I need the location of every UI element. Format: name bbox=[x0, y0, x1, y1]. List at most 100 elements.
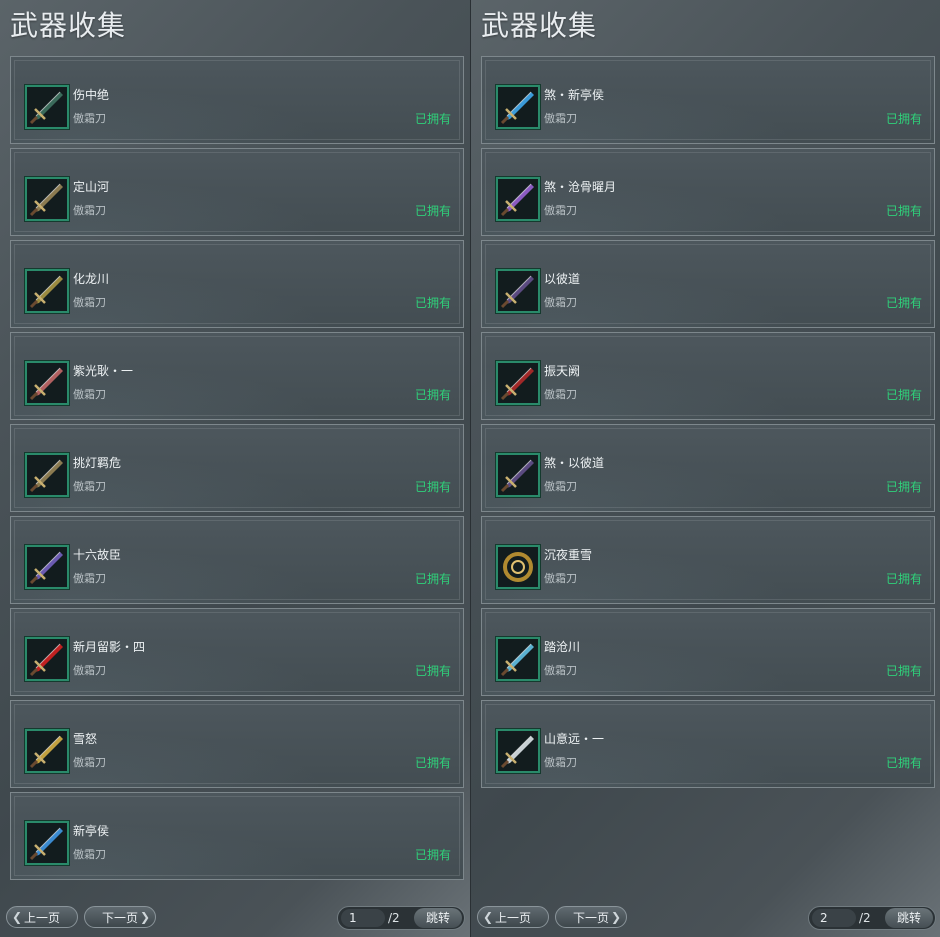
weapon-card[interactable]: 伤中绝 傲霜刀 已拥有 bbox=[10, 56, 464, 144]
weapon-card[interactable]: 煞・以彼道 傲霜刀 已拥有 bbox=[481, 424, 935, 512]
weapon-name: 定山河 bbox=[73, 180, 110, 194]
pagination-bar: ❮ 上一页 下一页 ❯ 1 /2 跳转 bbox=[0, 904, 470, 932]
blade-ice-icon bbox=[496, 637, 540, 681]
weapon-card[interactable]: 紫光耿・一 傲霜刀 已拥有 bbox=[10, 332, 464, 420]
blade-dark-purple-icon bbox=[496, 269, 540, 313]
page-number-input[interactable]: 1 bbox=[341, 909, 385, 927]
weapon-card[interactable]: 煞・新亭侯 傲霜刀 已拥有 bbox=[481, 56, 935, 144]
owned-status: 已拥有 bbox=[414, 848, 451, 862]
blade-white-red-icon bbox=[25, 361, 69, 405]
weapon-list: 煞・新亭侯 傲霜刀 已拥有 煞・沧骨曜月 傲霜刀 已拥有 以彼道 傲霜刀 已拥有… bbox=[481, 56, 935, 792]
page-total: /2 bbox=[388, 911, 400, 925]
weapon-card[interactable]: 定山河 傲霜刀 已拥有 bbox=[10, 148, 464, 236]
weapon-name: 煞・沧骨曜月 bbox=[544, 180, 617, 194]
weapon-card[interactable]: 煞・沧骨曜月 傲霜刀 已拥有 bbox=[481, 148, 935, 236]
next-page-label: 下一页 bbox=[572, 910, 609, 925]
next-page-button[interactable]: 下一页 ❯ bbox=[555, 906, 627, 928]
page-total: /2 bbox=[859, 911, 871, 925]
page-jump-control: 2 /2 跳转 bbox=[808, 906, 936, 930]
owned-status: 已拥有 bbox=[885, 388, 922, 402]
weapon-name: 沉夜重雪 bbox=[544, 548, 593, 562]
weapon-name: 煞・以彼道 bbox=[544, 456, 605, 470]
jump-button[interactable]: 跳转 bbox=[414, 908, 462, 928]
weapon-collection-panel-left: 武器收集 伤中绝 傲霜刀 已拥有 定山河 傲霜刀 已拥有 化龙川 傲霜刀 已拥有 bbox=[0, 0, 470, 937]
blade-gold-icon bbox=[25, 729, 69, 773]
owned-status: 已拥有 bbox=[885, 756, 922, 770]
prev-page-label: 上一页 bbox=[23, 910, 60, 925]
weapon-list: 伤中绝 傲霜刀 已拥有 定山河 傲霜刀 已拥有 化龙川 傲霜刀 已拥有 紫光耿・… bbox=[10, 56, 464, 884]
ring-blade-gold-icon bbox=[496, 545, 540, 589]
blade-red-icon bbox=[496, 361, 540, 405]
weapon-collection-panel-right: 武器收集 煞・新亭侯 傲霜刀 已拥有 煞・沧骨曜月 傲霜刀 已拥有 以彼道 傲霜… bbox=[470, 0, 940, 937]
weapon-category: 傲霜刀 bbox=[73, 112, 106, 125]
weapon-category: 傲霜刀 bbox=[73, 296, 106, 309]
blade-purple-icon bbox=[496, 177, 540, 221]
pagination-bar: ❮ 上一页 下一页 ❯ 2 /2 跳转 bbox=[471, 904, 940, 932]
weapon-card[interactable]: 新亭侯 傲霜刀 已拥有 bbox=[10, 792, 464, 880]
blade-cluster-gold-icon bbox=[25, 453, 69, 497]
weapon-name: 以彼道 bbox=[544, 272, 581, 286]
weapon-name: 山意远・一 bbox=[544, 732, 605, 746]
panel-title: 武器收集 bbox=[481, 9, 598, 42]
weapon-name: 煞・新亭侯 bbox=[544, 88, 605, 102]
weapon-card[interactable]: 十六故臣 傲霜刀 已拥有 bbox=[10, 516, 464, 604]
page-number-input[interactable]: 2 bbox=[812, 909, 856, 927]
weapon-name: 踏沧川 bbox=[544, 640, 581, 654]
weapon-category: 傲霜刀 bbox=[73, 756, 106, 769]
prev-page-button[interactable]: ❮ 上一页 bbox=[477, 906, 549, 928]
weapon-name: 十六故臣 bbox=[73, 548, 122, 562]
weapon-name: 振天阙 bbox=[544, 364, 581, 378]
weapon-category: 傲霜刀 bbox=[544, 480, 577, 493]
weapon-category: 傲霜刀 bbox=[544, 572, 577, 585]
weapon-category: 傲霜刀 bbox=[544, 664, 577, 677]
chevron-right-icon: ❯ bbox=[610, 910, 621, 924]
page-jump-control: 1 /2 跳转 bbox=[337, 906, 465, 930]
prev-page-button[interactable]: ❮ 上一页 bbox=[6, 906, 78, 928]
blade-blue-icon bbox=[496, 85, 540, 129]
owned-status: 已拥有 bbox=[885, 572, 922, 586]
blade-cluster-gold-icon bbox=[25, 269, 69, 313]
prev-page-label: 上一页 bbox=[494, 910, 531, 925]
weapon-card[interactable]: 以彼道 傲霜刀 已拥有 bbox=[481, 240, 935, 328]
weapon-category: 傲霜刀 bbox=[73, 204, 106, 217]
weapon-name: 紫光耿・一 bbox=[73, 364, 134, 378]
owned-status: 已拥有 bbox=[414, 756, 451, 770]
weapon-category: 傲霜刀 bbox=[73, 664, 106, 677]
weapon-card[interactable]: 新月留影・四 傲霜刀 已拥有 bbox=[10, 608, 464, 696]
jump-button[interactable]: 跳转 bbox=[885, 908, 933, 928]
sword-teal-icon bbox=[25, 85, 69, 129]
owned-status: 已拥有 bbox=[414, 204, 451, 218]
panel-title: 武器收集 bbox=[10, 9, 127, 42]
chevron-left-icon: ❮ bbox=[483, 910, 494, 924]
chevron-right-icon: ❯ bbox=[139, 910, 150, 924]
owned-status: 已拥有 bbox=[414, 296, 451, 310]
blade-cluster-gold-icon bbox=[25, 177, 69, 221]
weapon-card[interactable]: 山意远・一 傲霜刀 已拥有 bbox=[481, 700, 935, 788]
weapon-category: 傲霜刀 bbox=[73, 388, 106, 401]
weapon-name: 伤中绝 bbox=[73, 88, 110, 102]
blade-purple-icon bbox=[25, 545, 69, 589]
weapon-collection-view: 武器收集 伤中绝 傲霜刀 已拥有 定山河 傲霜刀 已拥有 化龙川 傲霜刀 已拥有 bbox=[0, 0, 940, 937]
weapon-name: 化龙川 bbox=[73, 272, 110, 286]
weapon-category: 傲霜刀 bbox=[73, 848, 106, 861]
owned-status: 已拥有 bbox=[885, 480, 922, 494]
weapon-category: 傲霜刀 bbox=[544, 296, 577, 309]
weapon-card[interactable]: 振天阙 傲霜刀 已拥有 bbox=[481, 332, 935, 420]
blade-dark-purple-icon bbox=[496, 453, 540, 497]
weapon-card[interactable]: 雪怒 傲霜刀 已拥有 bbox=[10, 700, 464, 788]
owned-status: 已拥有 bbox=[885, 664, 922, 678]
weapon-card[interactable]: 踏沧川 傲霜刀 已拥有 bbox=[481, 608, 935, 696]
owned-status: 已拥有 bbox=[885, 204, 922, 218]
blade-red-flame-icon bbox=[25, 637, 69, 681]
weapon-card[interactable]: 挑灯羁危 傲霜刀 已拥有 bbox=[10, 424, 464, 512]
weapon-category: 傲霜刀 bbox=[73, 572, 106, 585]
weapon-card[interactable]: 沉夜重雪 傲霜刀 已拥有 bbox=[481, 516, 935, 604]
blade-white-icon bbox=[496, 729, 540, 773]
owned-status: 已拥有 bbox=[414, 664, 451, 678]
owned-status: 已拥有 bbox=[414, 572, 451, 586]
next-page-button[interactable]: 下一页 ❯ bbox=[84, 906, 156, 928]
weapon-card[interactable]: 化龙川 傲霜刀 已拥有 bbox=[10, 240, 464, 328]
weapon-name: 新亭侯 bbox=[73, 824, 110, 838]
weapon-name: 雪怒 bbox=[73, 732, 98, 746]
weapon-category: 傲霜刀 bbox=[544, 112, 577, 125]
